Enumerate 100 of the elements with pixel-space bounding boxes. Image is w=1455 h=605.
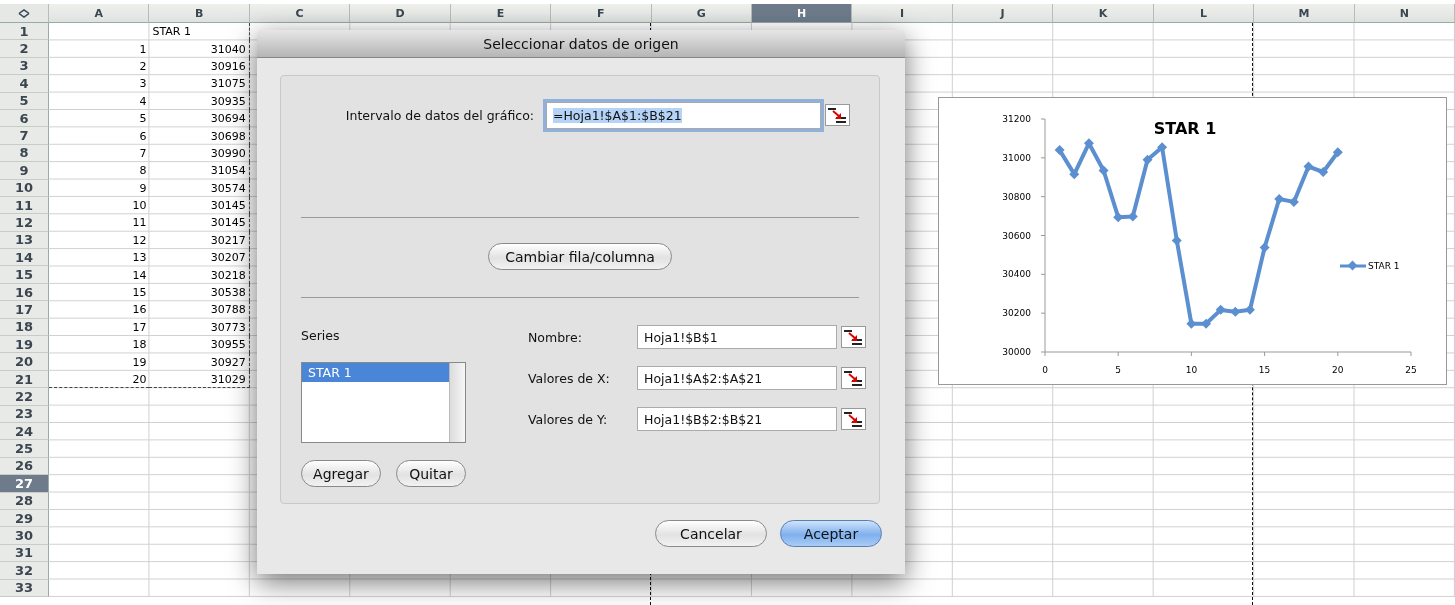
axis-tick-label: 30600 <box>1002 230 1031 241</box>
table-cell-text: 5 <box>138 111 148 128</box>
axis-tick-label: 25 <box>1405 365 1417 375</box>
table-cell: 30935 <box>149 92 250 110</box>
row-header[interactable]: 20 <box>0 353 49 371</box>
row-header[interactable]: 14 <box>0 249 49 267</box>
data-point <box>1318 167 1329 177</box>
row-header[interactable]: 22 <box>0 388 49 406</box>
data-point <box>1288 196 1299 207</box>
table-cell: 30916 <box>149 57 250 76</box>
axis-tick-label: 30000 <box>1002 347 1031 357</box>
axis-tick-label: 30400 <box>1002 269 1031 280</box>
table-cell: 30574 <box>149 179 250 197</box>
data-point <box>1303 161 1314 172</box>
data-point <box>1127 211 1138 222</box>
list-item[interactable]: STAR 1 <box>302 363 449 382</box>
table-cell-text: 14 <box>131 267 148 284</box>
chart-area[interactable]: STAR 1 30000 30200 30400 30600 30800 31000 31200 0 5 10 15 20 25 STAR 1 <box>938 97 1447 385</box>
row-header[interactable]: 7 <box>0 127 49 145</box>
column-header[interactable]: K <box>1053 4 1154 23</box>
column-header[interactable]: J <box>952 4 1054 23</box>
list-label: Series <box>301 329 341 343</box>
row-header[interactable]: 17 <box>0 301 49 319</box>
data-point <box>1054 145 1065 156</box>
table-cell-text: 3 <box>138 76 148 93</box>
field-text: =Hoja1!$A$1:$B$21 <box>553 107 682 123</box>
table-cell-text: 19 <box>131 354 148 371</box>
data-point <box>1157 142 1168 153</box>
row-header[interactable]: 15 <box>0 266 49 284</box>
column-header[interactable]: D <box>350 4 451 23</box>
row-header[interactable]: 9 <box>0 162 49 180</box>
table-cell-text: 17 <box>131 319 148 336</box>
data-point <box>1069 169 1080 180</box>
table-cell-text: 10 <box>131 198 148 215</box>
column-header[interactable]: A <box>49 4 150 23</box>
input-field[interactable]: Hoja1!$B$1 <box>637 325 837 349</box>
column-header[interactable]: G <box>651 4 752 23</box>
chart-title: STAR 1 <box>1153 118 1217 138</box>
table-cell-text: 16 <box>131 302 148 319</box>
table-cell: 30698 <box>149 127 250 145</box>
row-header[interactable]: 32 <box>0 562 49 580</box>
axis-tick-label: 0 <box>1042 365 1048 375</box>
table-cell-text: 7 <box>138 145 148 162</box>
list-button[interactable]: Agregar <box>301 460 381 487</box>
data-point <box>1259 242 1270 253</box>
row-header[interactable]: 19 <box>0 336 49 354</box>
table-cell: 30990 <box>149 144 250 163</box>
dialog-button[interactable]: Aceptar <box>780 520 882 547</box>
column-header[interactable]: H <box>752 4 853 23</box>
table-cell-text: 12 <box>131 232 148 249</box>
field-label: Intervalo de datos del gráfico: <box>344 107 534 123</box>
table-cell: 30145 <box>149 196 250 215</box>
column-header[interactable]: C <box>249 4 351 23</box>
row-header[interactable]: 4 <box>0 75 49 93</box>
table-cell-text: 6 <box>138 128 148 145</box>
list-button[interactable]: Quitar <box>395 460 466 487</box>
table-cell: 30217 <box>149 231 250 250</box>
table-cell: 30773 <box>149 318 250 337</box>
switch-button[interactable]: Cambiar fila/columna <box>488 243 672 270</box>
series-list[interactable]: STAR 1 <box>301 362 466 443</box>
input-field[interactable]: =Hoja1!$A$1:$B$21 <box>546 101 821 129</box>
data-point <box>1098 165 1109 176</box>
table-cell: 20 <box>49 370 150 389</box>
data-point <box>1113 212 1124 223</box>
table-cell: 30927 <box>149 353 250 371</box>
input-field[interactable]: Hoja1!$B$2:$B$21 <box>637 407 837 431</box>
table-cell: 31054 <box>149 162 250 180</box>
column-header[interactable]: I <box>852 4 953 23</box>
column-header[interactable]: B <box>149 4 250 23</box>
data-point <box>1201 318 1212 329</box>
table-cell: 30145 <box>149 214 250 232</box>
input-field[interactable]: Hoja1!$A$2:$A$21 <box>637 366 837 390</box>
scrollbar[interactable] <box>449 363 465 442</box>
data-point <box>1274 194 1285 204</box>
axis-tick-label: 5 <box>1115 365 1122 375</box>
table-cell-text: 2 <box>138 58 148 75</box>
table-cell: 30207 <box>149 249 250 267</box>
column-header[interactable]: N <box>1354 4 1455 23</box>
table-cell: 30538 <box>149 283 250 302</box>
column-header[interactable]: M <box>1254 4 1355 23</box>
column-header[interactable]: L <box>1153 4 1255 23</box>
data-point <box>1142 154 1153 165</box>
table-cell-text: 1 <box>138 41 148 58</box>
table-cell-text: 18 <box>131 337 148 354</box>
data-point <box>1230 306 1241 317</box>
row-header[interactable]: 27 <box>0 475 49 493</box>
table-cell-text: 9 <box>138 180 148 197</box>
row-header[interactable]: 30 <box>0 527 49 545</box>
table-cell: 30218 <box>149 266 250 284</box>
column-header[interactable]: F <box>551 4 652 23</box>
row-header[interactable]: 12 <box>0 214 49 232</box>
row-header[interactable]: 2 <box>0 40 49 58</box>
row-header[interactable]: 25 <box>0 440 49 458</box>
table-cell: 30955 <box>149 336 250 354</box>
axis-tick-label: 30200 <box>1002 308 1031 319</box>
table-cell-text: 13 <box>131 250 148 267</box>
column-header[interactable]: E <box>450 4 552 23</box>
axis-tick-label: 31000 <box>1002 152 1031 163</box>
dialog-button[interactable]: Cancelar <box>655 520 767 547</box>
row-header[interactable]: 1 <box>0 23 49 41</box>
